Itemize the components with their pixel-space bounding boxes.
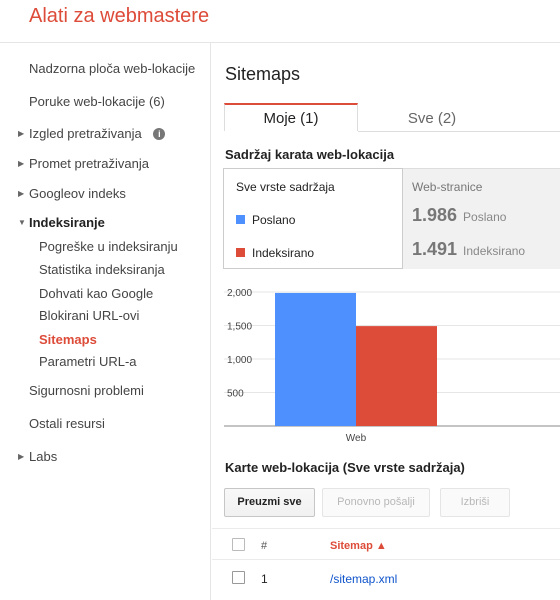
sidebar-item-labs[interactable]: ▶ Labs: [18, 449, 58, 464]
sidebar-item-dashboard[interactable]: Nadzorna ploča web-lokacije: [29, 61, 195, 76]
column-header-sitemap[interactable]: Sitemap ▲: [330, 540, 387, 552]
tab-all[interactable]: Sve (2): [358, 105, 506, 133]
sidebar-item-search-appearance[interactable]: ▶ Izgled pretraživanja i: [18, 126, 166, 141]
content-section-title: Sadržaj karata web-lokacija: [225, 147, 395, 162]
table-header: # Sitemap ▲: [212, 528, 560, 560]
bar-poslano: [275, 292, 356, 426]
sidebar-item-label: Googleov indeks: [29, 186, 126, 201]
resubmit-button[interactable]: Ponovno pošalji: [322, 488, 430, 517]
sidebar-item-label: Promet pretraživanja: [29, 156, 149, 171]
sidebar-item-label: Izgled pretraživanja: [29, 126, 142, 141]
sidebar-item-crawl[interactable]: ▼ Indeksiranje: [18, 215, 105, 230]
expand-triangle-icon: ▶: [18, 189, 25, 198]
stats-header: Web-stranice: [412, 180, 483, 194]
row-number: 1: [261, 572, 268, 586]
expand-triangle-icon: ▶: [18, 452, 25, 461]
sidebar-item-other-resources[interactable]: Ostali resursi: [29, 416, 105, 431]
download-all-button[interactable]: Preuzmi sve: [224, 488, 315, 517]
stat-submitted: 1.986 Poslano: [412, 205, 506, 226]
sidebar-item-search-traffic[interactable]: ▶ Promet pretraživanja: [18, 156, 149, 171]
web-pages-stats[interactable]: Web-stranice 1.986 Poslano 1.491 Indeksira…: [403, 168, 560, 269]
sidebar-item-label: Labs: [29, 449, 58, 464]
legend-label: Poslano: [252, 213, 296, 227]
info-icon[interactable]: i: [153, 128, 166, 140]
stat-value: 1.491: [412, 239, 458, 259]
sidebar-item-label: Indeksiranje: [29, 215, 105, 230]
bar-indeksirano: [356, 326, 437, 426]
sidebar-subitem-fetch-as-google[interactable]: Dohvati kao Google: [39, 286, 153, 301]
header-bar: Alati za webmastere: [0, 0, 560, 43]
sidebar-subitem-blocked-urls[interactable]: Blokirani URL-ovi: [39, 308, 139, 323]
sidebar: Nadzorna ploča web-lokacije Poruke web-l…: [0, 43, 211, 600]
legend-label: Indeksirano: [252, 246, 315, 260]
sitemaps-list-title: Karte web-lokacija (Sve vrste sadržaja): [225, 460, 465, 475]
sidebar-subitem-sitemaps[interactable]: Sitemaps: [39, 332, 97, 347]
select-all-checkbox[interactable]: [232, 538, 245, 551]
tab-divider: [358, 131, 560, 132]
row-checkbox[interactable]: [232, 571, 245, 584]
table-row: 1 /sitemap.xml: [212, 561, 560, 595]
expand-triangle-icon: ▶: [18, 129, 25, 138]
page-title: Sitemaps: [225, 64, 301, 84]
legend-item-submitted: Poslano: [236, 213, 295, 227]
tab-mine[interactable]: Moje (1): [224, 103, 358, 131]
y-tick-label: 1,500: [227, 322, 252, 333]
column-header-number: #: [261, 540, 268, 552]
sidebar-item-messages[interactable]: Poruke web-lokacije (6): [29, 94, 165, 109]
stat-indexed: 1.491 Indeksirano: [412, 239, 525, 260]
legend-item-indexed: Indeksirano: [236, 246, 314, 260]
content-type-legend[interactable]: Sve vrste sadržaja Poslano Indeksirano: [223, 168, 403, 269]
sidebar-subitem-url-parameters[interactable]: Parametri URL-a: [39, 354, 137, 369]
app-title[interactable]: Alati za webmastere: [29, 5, 209, 28]
sidebar-item-security-issues[interactable]: Sigurnosni problemi: [29, 383, 144, 398]
delete-button[interactable]: Izbriši: [440, 488, 510, 517]
y-tick-label: 2,000: [227, 288, 252, 299]
red-swatch-icon: [236, 248, 245, 257]
y-tick-label: 1,000: [227, 355, 252, 366]
collapse-triangle-icon: ▼: [18, 218, 26, 227]
stat-label: Indeksirano: [463, 244, 526, 258]
stat-value: 1.986: [412, 205, 458, 225]
sidebar-item-google-index[interactable]: ▶ Googleov indeks: [18, 186, 126, 201]
sitemap-link[interactable]: /sitemap.xml: [330, 572, 397, 586]
sidebar-subitem-crawl-errors[interactable]: Pogreške u indeksiranju: [39, 239, 178, 254]
y-tick-label: 500: [227, 389, 244, 400]
legend-header: Sve vrste sadržaja: [236, 180, 335, 194]
sidebar-subitem-crawl-stats[interactable]: Statistika indeksiranja: [39, 262, 165, 277]
main-content: Sitemaps Moje (1) Sve (2) Sadržaj karata…: [212, 43, 560, 600]
stat-label: Poslano: [463, 210, 507, 224]
blue-swatch-icon: [236, 215, 245, 224]
x-tick-label: Web: [346, 433, 367, 444]
expand-triangle-icon: ▶: [18, 159, 25, 168]
sitemap-bar-chart: 2,000 1,500 1,000 500 Web: [224, 288, 560, 444]
